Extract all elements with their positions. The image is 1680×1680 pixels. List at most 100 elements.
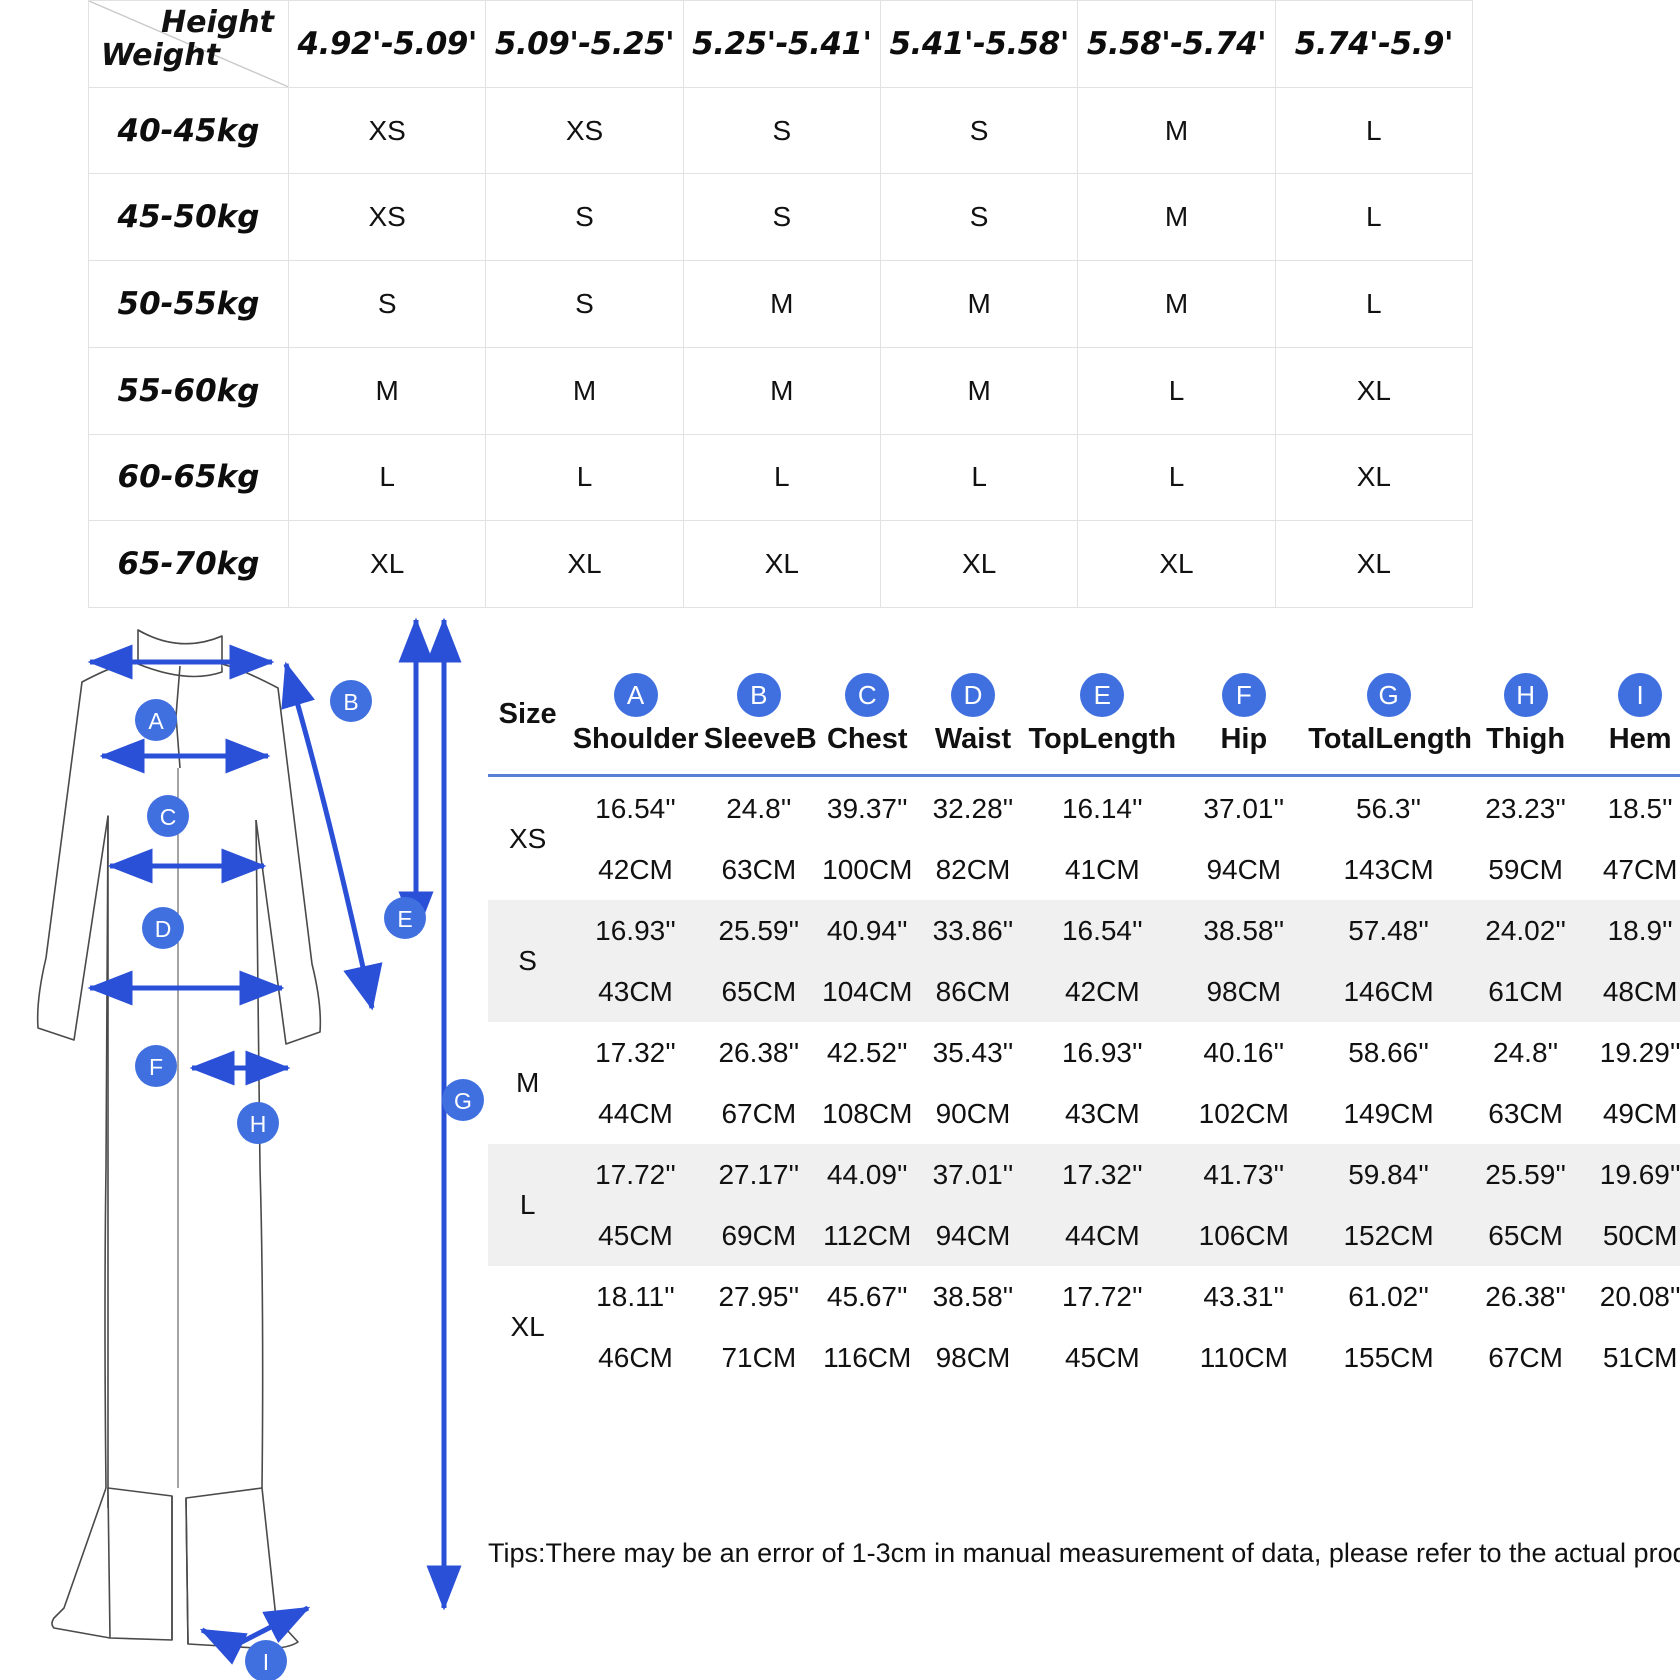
matrix-row: 50-55kg S S M M M L bbox=[88, 260, 1474, 348]
table-row: XL 18.11'' 27.95'' 45.67'' 38.58'' 17.72… bbox=[488, 1266, 1680, 1343]
matrix-table: Height Weight 4.92'-5.09' 5.09'-5.25' 5.… bbox=[88, 0, 1474, 608]
header-thigh: H Thigh bbox=[1469, 655, 1582, 773]
matrix-cell-1-3: S bbox=[879, 173, 1079, 262]
cell-s-hip-cm: 98CM bbox=[1179, 961, 1309, 1022]
cell-l-shoulder-in: 17.72'' bbox=[567, 1144, 704, 1205]
header-size: Size bbox=[498, 697, 557, 730]
matrix-cell-3-5: XL bbox=[1274, 346, 1474, 435]
header-waist-label: Waist bbox=[934, 722, 1012, 755]
badge-e-icon: E bbox=[1080, 672, 1125, 717]
matrix-row: 55-60kg M M M M L XL bbox=[88, 346, 1474, 435]
garment-measurement-diagram: A B C D E F G H I bbox=[20, 608, 490, 1680]
measurement-table: Size A Shoulder B SleeveB C Chest D Wais… bbox=[488, 655, 1680, 1388]
badge-a-label: A bbox=[148, 708, 164, 734]
cell-xl-hip-cm: 110CM bbox=[1199, 1341, 1288, 1373]
cell-m-thigh-cm: 63CM bbox=[1488, 1097, 1563, 1129]
cell-xs-chest-in: 39.37'' bbox=[826, 792, 908, 824]
matrix-cell-3-1: M bbox=[485, 346, 684, 435]
cell-xs-waist-cm: 82CM bbox=[935, 853, 1011, 885]
matrix-height-label: Height bbox=[161, 5, 274, 40]
header-toplength-label: TopLength bbox=[1028, 722, 1177, 755]
cell-s-hem-in: 18.9'' bbox=[1582, 900, 1680, 961]
matrix-row: 40-45kg XS XS S S M L bbox=[88, 86, 1474, 175]
cell-m-hip-cm: 102CM bbox=[1198, 1097, 1289, 1129]
matrix-row: 65-70kg XL XL XL XL XL XL bbox=[88, 520, 1474, 608]
matrix-cell-5-2: XL bbox=[682, 520, 881, 608]
header-shoulder-label: Shoulder bbox=[572, 722, 699, 755]
cell-l-chest-in: 44.09'' bbox=[813, 1144, 921, 1205]
matrix-cell-2-2: M bbox=[682, 260, 881, 348]
cell-m-hem-cm: 49CM bbox=[1602, 1097, 1678, 1129]
cell-xs-waist-in: 32.28'' bbox=[932, 792, 1014, 824]
cell-m-waist-in: 35.43'' bbox=[932, 1036, 1014, 1068]
badge-h-icon: H bbox=[1503, 672, 1548, 717]
matrix-height-col-1: 5.09'-5.25' bbox=[485, 0, 684, 88]
cell-s-toplength-in: 16.54'' bbox=[1025, 900, 1180, 961]
matrix-cell-0-0: XS bbox=[287, 86, 487, 175]
badge-i-label: I bbox=[263, 1649, 269, 1675]
matrix-cell-1-1: S bbox=[485, 173, 684, 262]
matrix-cell-5-5: XL bbox=[1274, 520, 1474, 608]
table-row: 45CM 69CM 112CM 94CM 44CM 106CM 152CM 65… bbox=[488, 1205, 1680, 1266]
header-sleeveb: B SleeveB bbox=[704, 655, 817, 773]
badge-d-label: D bbox=[155, 916, 172, 942]
header-rule bbox=[488, 774, 1680, 777]
table-row: L 17.72'' 27.17'' 44.09'' 37.01'' 17.32'… bbox=[488, 1144, 1680, 1266]
cell-l-totallength-in: 59.84'' bbox=[1308, 1144, 1469, 1205]
measurement-table-wrapper: Size A Shoulder B SleeveB C Chest D Wais… bbox=[488, 655, 1680, 1455]
matrix-cell-4-5: XL bbox=[1274, 433, 1474, 522]
cell-xl-toplength-in: 17.72'' bbox=[1061, 1280, 1143, 1312]
matrix-cell-2-0: S bbox=[287, 260, 487, 348]
matrix-height-col-3: 5.41'-5.58' bbox=[879, 0, 1079, 88]
cell-s-hem-cm: 48CM bbox=[1582, 961, 1680, 1022]
matrix-cell-4-4: L bbox=[1077, 433, 1276, 522]
cell-xl-chest-in: 45.67'' bbox=[826, 1280, 908, 1312]
matrix-cell-3-3: M bbox=[879, 346, 1079, 435]
matrix-cell-2-3: M bbox=[879, 260, 1079, 348]
cell-xs-hip-in: 37.01'' bbox=[1203, 792, 1285, 824]
matrix-weight-0: 40-45kg bbox=[88, 86, 289, 175]
cell-xs-shoulder-in: 16.54'' bbox=[595, 792, 676, 824]
matrix-cell-0-1: XS bbox=[485, 86, 684, 175]
cell-m-toplength-in: 16.93'' bbox=[1061, 1036, 1143, 1068]
matrix-cell-5-4: XL bbox=[1077, 520, 1276, 608]
cell-xl-hem-in: 20.08'' bbox=[1599, 1280, 1680, 1312]
cell-l-toplength-in: 17.32'' bbox=[1025, 1144, 1180, 1205]
badge-g-icon: G bbox=[1366, 672, 1411, 717]
cell-xl-totallength-cm: 155CM bbox=[1343, 1341, 1434, 1373]
cell-s-thigh-cm: 61CM bbox=[1468, 961, 1583, 1022]
row-size-xl: XL bbox=[510, 1311, 545, 1342]
badge-i-icon: I bbox=[1618, 672, 1663, 717]
cell-xs-hem-in: 18.5'' bbox=[1607, 792, 1673, 824]
cell-s-waist-in: 33.86'' bbox=[920, 900, 1026, 961]
cell-s-toplength-cm: 42CM bbox=[1025, 961, 1180, 1022]
cell-s-sleeveb-cm: 65CM bbox=[703, 961, 814, 1022]
table-row: M 17.32'' 26.38'' 42.52'' 35.43'' 16.93'… bbox=[488, 1022, 1680, 1099]
matrix-cell-1-5: L bbox=[1274, 173, 1474, 262]
badge-b-label: B bbox=[343, 689, 358, 715]
badge-b-icon: B bbox=[736, 672, 781, 717]
measurement-header-row: Size A Shoulder B SleeveB C Chest D Wais… bbox=[488, 655, 1680, 773]
cell-l-totallength-cm: 152CM bbox=[1308, 1205, 1469, 1266]
matrix-cell-0-5: L bbox=[1274, 86, 1474, 175]
cell-m-sleeveb-in: 26.38'' bbox=[718, 1036, 800, 1068]
cell-l-thigh-in: 25.59'' bbox=[1468, 1144, 1583, 1205]
matrix-cell-0-2: S bbox=[682, 86, 881, 175]
cell-xl-hem-cm: 51CM bbox=[1602, 1341, 1678, 1373]
badge-e-label: E bbox=[397, 906, 412, 932]
cell-m-toplength-cm: 43CM bbox=[1064, 1097, 1140, 1129]
cell-xs-totallength-cm: 143CM bbox=[1343, 853, 1434, 885]
cell-l-hem-in: 19.69'' bbox=[1582, 1144, 1680, 1205]
header-shoulder: A Shoulder bbox=[567, 655, 704, 773]
matrix-weight-label: Weight bbox=[101, 37, 220, 73]
cell-xl-shoulder-cm: 46CM bbox=[598, 1341, 673, 1373]
cell-m-chest-in: 42.52'' bbox=[826, 1036, 908, 1068]
header-waist: D Waist bbox=[921, 655, 1026, 773]
cell-s-sleeveb-in: 25.59'' bbox=[703, 900, 814, 961]
cell-l-toplength-cm: 44CM bbox=[1025, 1205, 1180, 1266]
cell-s-waist-cm: 86CM bbox=[920, 961, 1026, 1022]
cell-xs-hip-cm: 94CM bbox=[1206, 853, 1282, 885]
cell-xl-hip-in: 43.31'' bbox=[1203, 1280, 1285, 1312]
matrix-cell-4-1: L bbox=[485, 433, 684, 522]
badge-d-icon: D bbox=[950, 672, 995, 717]
